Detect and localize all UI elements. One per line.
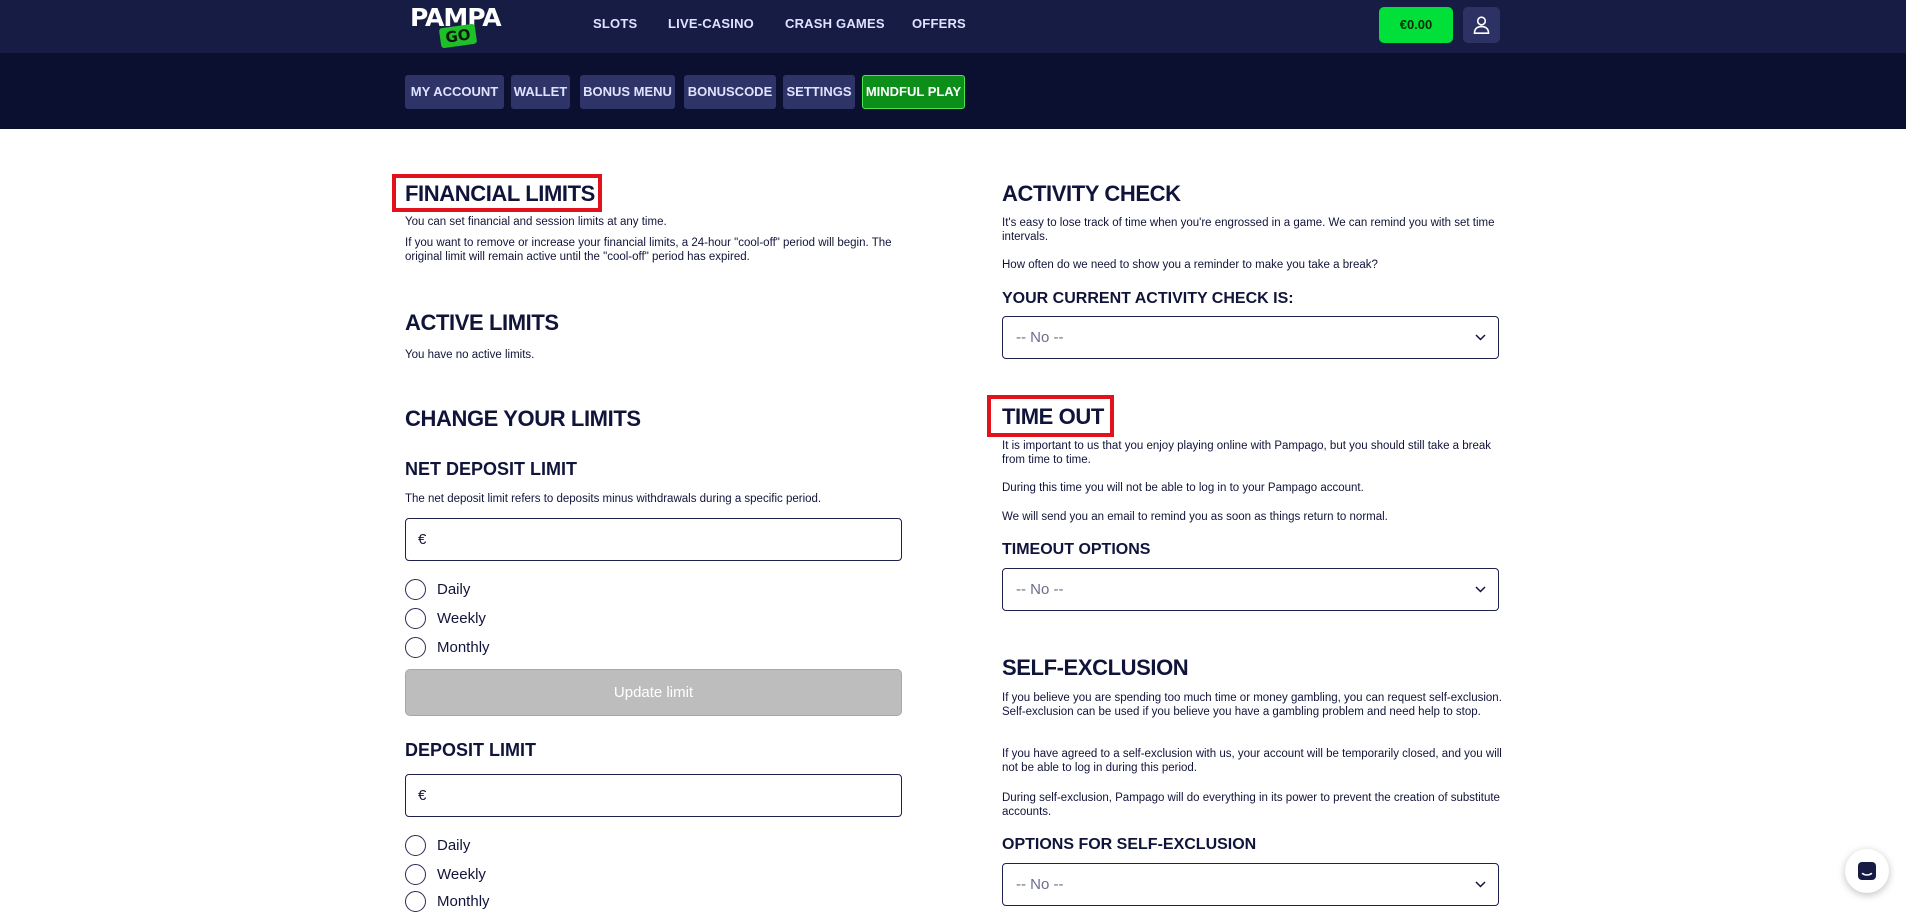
user-account-button[interactable] [1463, 7, 1500, 43]
tab-my-account[interactable]: MY ACCOUNT [405, 75, 504, 109]
pampago-logo[interactable]: PAMPA GO [410, 4, 502, 49]
nav-crash-games[interactable]: CRASH GAMES [785, 16, 885, 31]
net-deposit-amount-input[interactable] [436, 525, 886, 555]
timeout-options-select[interactable]: -- No -- [1002, 568, 1499, 611]
net-deposit-limit-title: NET DEPOSIT LIMIT [405, 459, 578, 479]
active-limits-text: You have no active limits. [405, 349, 535, 361]
radio-circle[interactable] [405, 835, 426, 856]
net-deposit-limit-text: The net deposit limit refers to deposits… [405, 493, 822, 505]
self-exclusion-title: SELF-EXCLUSION [1002, 655, 1189, 680]
change-limits-title: CHANGE YOUR LIMITS [405, 406, 641, 431]
financial-limits-text-1: You can set financial and session limits… [405, 216, 667, 228]
radio-circle[interactable] [405, 579, 426, 600]
currency-symbol: € [418, 531, 427, 548]
self-exclusion-selected: -- No -- [1016, 876, 1064, 893]
self-exclusion-select[interactable]: -- No -- [1002, 863, 1499, 906]
active-limits-title: ACTIVE LIMITS [405, 310, 559, 335]
logo-text-bottom: GO [438, 23, 478, 49]
tab-mindful-play[interactable]: MINDFUL PLAY [862, 75, 965, 109]
chat-icon [1858, 862, 1876, 880]
time-out-title: TIME OUT [1002, 404, 1104, 429]
radio-label-weekly: Weekly [437, 866, 486, 883]
time-out-text-2: During this time you will not be able to… [1002, 482, 1364, 494]
account-menu-bar: MY ACCOUNT WALLET BONUS MENU BONUSCODE S… [0, 53, 1906, 129]
self-exclusion-text-1: If you believe you are spending too much… [1002, 692, 1502, 718]
balance-button[interactable]: €0.00 [1379, 7, 1453, 43]
activity-check-label: YOUR CURRENT ACTIVITY CHECK IS: [1002, 290, 1294, 307]
radio-circle[interactable] [405, 637, 426, 658]
tab-bonus-menu[interactable]: BONUS MENU [580, 75, 675, 109]
radio-label-monthly: Monthly [437, 639, 490, 656]
financial-limits-text-2: If you want to remove or increase your f… [405, 237, 892, 263]
currency-symbol: € [418, 787, 427, 804]
self-exclusion-options-label: OPTIONS FOR SELF-EXCLUSION [1002, 836, 1257, 853]
deposit-limit-title: DEPOSIT LIMIT [405, 740, 537, 760]
self-exclusion-text-3: During self-exclusion, Pampago will do e… [1002, 792, 1500, 818]
tab-settings[interactable]: SETTINGS [783, 75, 855, 109]
radio-label-monthly: Monthly [437, 893, 490, 910]
activity-check-selected: -- No -- [1016, 329, 1064, 346]
activity-check-text-2: How often do we need to show you a remin… [1002, 259, 1378, 271]
chevron-down-icon [1475, 881, 1486, 888]
time-out-text-3: We will send you an email to remind you … [1002, 511, 1388, 523]
radio-label-daily: Daily [437, 837, 471, 854]
nav-offers[interactable]: OFFERS [912, 16, 966, 31]
update-limit-button[interactable]: Update limit [405, 669, 902, 716]
live-chat-button[interactable] [1845, 849, 1889, 893]
nav-slots[interactable]: SLOTS [593, 16, 637, 31]
radio-circle[interactable] [405, 891, 426, 912]
user-icon [1473, 16, 1490, 34]
radio-label-daily: Daily [437, 581, 471, 598]
activity-check-text-1: It's easy to lose track of time when you… [1002, 217, 1495, 243]
tab-wallet[interactable]: WALLET [511, 75, 570, 109]
radio-circle[interactable] [405, 864, 426, 885]
activity-check-title: ACTIVITY CHECK [1002, 181, 1181, 206]
nav-live-casino[interactable]: LIVE-CASINO [668, 16, 754, 31]
deposit-amount-field[interactable]: € [405, 774, 902, 817]
chevron-down-icon [1475, 334, 1486, 341]
activity-check-select[interactable]: -- No -- [1002, 316, 1499, 359]
timeout-options-label: TIMEOUT OPTIONS [1002, 541, 1151, 558]
tab-bonuscode[interactable]: BONUSCODE [684, 75, 776, 109]
radio-label-weekly: Weekly [437, 610, 486, 627]
deposit-amount-input[interactable] [436, 781, 886, 811]
chevron-down-icon [1475, 586, 1486, 593]
time-out-text-1: It is important to us that you enjoy pla… [1002, 440, 1492, 466]
financial-limits-title: FINANCIAL LIMITS [405, 181, 595, 206]
timeout-options-selected: -- No -- [1016, 581, 1064, 598]
radio-circle[interactable] [405, 608, 426, 629]
net-deposit-amount-field[interactable]: € [405, 518, 902, 561]
self-exclusion-text-2: If you have agreed to a self-exclusion w… [1002, 748, 1502, 774]
top-navigation: PAMPA GO SLOTS LIVE-CASINO CRASH GAMES O… [0, 0, 1906, 53]
